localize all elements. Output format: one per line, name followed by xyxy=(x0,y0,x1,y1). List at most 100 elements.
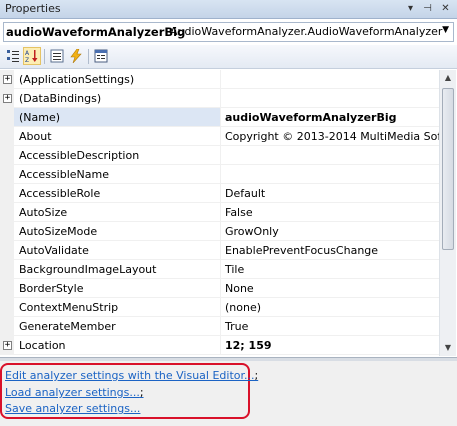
property-name[interactable]: GenerateMember xyxy=(14,317,220,336)
property-row[interactable]: About Copyright © 2013-2014 MultiMedia So… xyxy=(0,127,439,146)
expand-icon[interactable]: + xyxy=(3,94,12,103)
row-margin xyxy=(0,184,14,203)
property-grid: + (ApplicationSettings) + (DataBindings) (Na… xyxy=(0,70,439,356)
property-row[interactable]: + Location 12; 159 xyxy=(0,336,439,355)
property-pages-button[interactable] xyxy=(92,47,110,65)
link-separator: ; xyxy=(254,369,259,382)
property-row[interactable]: AccessibleDescription xyxy=(0,146,439,165)
categorized-icon xyxy=(7,50,19,62)
categorized-button[interactable] xyxy=(4,47,22,65)
row-margin xyxy=(0,260,14,279)
property-row[interactable]: (Name) audioWaveformAnalyzerBig xyxy=(0,108,439,127)
property-value[interactable]: 12; 159 xyxy=(220,336,439,355)
property-value[interactable]: audioWaveformAnalyzerBig xyxy=(220,108,439,127)
row-margin xyxy=(0,279,14,298)
property-value[interactable]: Tile xyxy=(220,260,439,279)
property-row[interactable]: + (ApplicationSettings) xyxy=(0,70,439,89)
window-title: Properties xyxy=(5,2,61,15)
property-value[interactable] xyxy=(220,146,439,165)
property-row[interactable]: GenerateMember True xyxy=(0,317,439,336)
object-type: AudioWaveformAnalyzer.AudioWaveformAnaly… xyxy=(170,25,443,38)
property-name[interactable]: AutoSizeMode xyxy=(14,222,220,241)
property-name[interactable]: BackgroundImageLayout xyxy=(14,260,220,279)
row-margin: + xyxy=(0,89,14,108)
row-margin: + xyxy=(0,336,14,355)
property-name[interactable]: AccessibleRole xyxy=(14,184,220,203)
property-name[interactable]: AutoSize xyxy=(14,203,220,222)
property-name[interactable]: ContextMenuStrip xyxy=(14,298,220,317)
property-name[interactable]: AccessibleName xyxy=(14,165,220,184)
property-name[interactable]: (DataBindings) xyxy=(14,89,220,108)
object-selector-dropdown[interactable]: audioWaveformAnalyzerBig AudioWaveformAn… xyxy=(3,22,454,42)
property-value[interactable]: (none) xyxy=(220,298,439,317)
property-value[interactable]: False xyxy=(220,203,439,222)
lightning-icon xyxy=(70,49,82,63)
chevron-down-icon[interactable]: ▼ xyxy=(442,25,449,35)
property-name[interactable]: AutoValidate xyxy=(14,241,220,260)
property-row[interactable]: AutoValidate EnablePreventFocusChange xyxy=(0,241,439,260)
properties-button[interactable] xyxy=(48,47,66,65)
property-name[interactable]: (ApplicationSettings) xyxy=(14,70,220,89)
property-row[interactable]: AutoSize False xyxy=(0,203,439,222)
svg-text:A: A xyxy=(25,50,30,57)
save-settings-link[interactable]: Save analyzer settings... xyxy=(5,402,140,415)
property-value[interactable] xyxy=(220,165,439,184)
vertical-scrollbar[interactable]: ▲ ▼ xyxy=(439,70,456,356)
row-margin xyxy=(0,165,14,184)
property-row[interactable]: ContextMenuStrip (none) xyxy=(0,298,439,317)
property-name[interactable]: (Name) xyxy=(14,108,220,127)
alphabetical-sort-icon: A Z xyxy=(25,50,38,63)
row-margin xyxy=(0,146,14,165)
row-margin xyxy=(0,241,14,260)
events-button[interactable] xyxy=(67,47,85,65)
property-name[interactable]: Location xyxy=(14,336,220,355)
row-margin xyxy=(0,298,14,317)
property-row[interactable]: BorderStyle None xyxy=(0,279,439,298)
pin-icon[interactable]: ⊣ xyxy=(420,1,435,16)
row-margin: + xyxy=(0,70,14,89)
property-value[interactable]: Default xyxy=(220,184,439,203)
object-name: audioWaveformAnalyzerBig xyxy=(6,25,186,39)
close-icon[interactable]: ✕ xyxy=(438,1,453,16)
property-row[interactable]: AccessibleRole Default xyxy=(0,184,439,203)
property-row[interactable]: AccessibleName xyxy=(0,165,439,184)
property-value[interactable]: Copyright © 2013-2014 MultiMedia Soft xyxy=(220,127,439,146)
scroll-up-icon[interactable]: ▲ xyxy=(440,70,456,86)
toolbar-separator xyxy=(88,49,89,64)
property-pages-icon xyxy=(94,49,108,63)
properties-titlebar: Properties ▾ ⊣ ✕ xyxy=(0,0,457,19)
load-settings-label: Load analyzer settings... xyxy=(5,386,140,399)
property-value[interactable]: None xyxy=(220,279,439,298)
link-separator: ; xyxy=(139,386,144,399)
expand-icon[interactable]: + xyxy=(3,341,12,350)
property-row[interactable]: AutoSizeMode GrowOnly xyxy=(0,222,439,241)
properties-list-icon xyxy=(50,49,64,63)
scroll-down-icon[interactable]: ▼ xyxy=(440,340,456,356)
property-value[interactable]: GrowOnly xyxy=(220,222,439,241)
edit-visual-editor-label: Edit analyzer settings with the Visual E… xyxy=(5,369,255,382)
property-row[interactable]: BackgroundImageLayout Tile xyxy=(0,260,439,279)
row-margin xyxy=(0,127,14,146)
properties-toolbar: A Z xyxy=(0,45,457,69)
svg-text:Z: Z xyxy=(25,57,29,63)
row-margin xyxy=(0,108,14,127)
property-name[interactable]: AccessibleDescription xyxy=(14,146,220,165)
edit-visual-editor-link[interactable]: Edit analyzer settings with the Visual E… xyxy=(5,369,258,382)
property-value[interactable] xyxy=(220,89,439,108)
property-name[interactable]: About xyxy=(14,127,220,146)
load-settings-link[interactable]: Load analyzer settings...; xyxy=(5,386,144,399)
window-position-dropdown-icon[interactable]: ▾ xyxy=(403,1,418,16)
row-margin xyxy=(0,203,14,222)
scrollbar-thumb[interactable] xyxy=(442,88,454,250)
alphabetical-button[interactable]: A Z xyxy=(23,47,41,65)
property-name[interactable]: BorderStyle xyxy=(14,279,220,298)
property-value[interactable]: EnablePreventFocusChange xyxy=(220,241,439,260)
row-margin xyxy=(0,222,14,241)
row-margin xyxy=(0,317,14,336)
toolbar-separator xyxy=(44,49,45,64)
property-value[interactable] xyxy=(220,70,439,89)
expand-icon[interactable]: + xyxy=(3,75,12,84)
property-row[interactable]: + (DataBindings) xyxy=(0,89,439,108)
save-settings-label: Save analyzer settings... xyxy=(5,402,141,415)
property-value[interactable]: True xyxy=(220,317,439,336)
